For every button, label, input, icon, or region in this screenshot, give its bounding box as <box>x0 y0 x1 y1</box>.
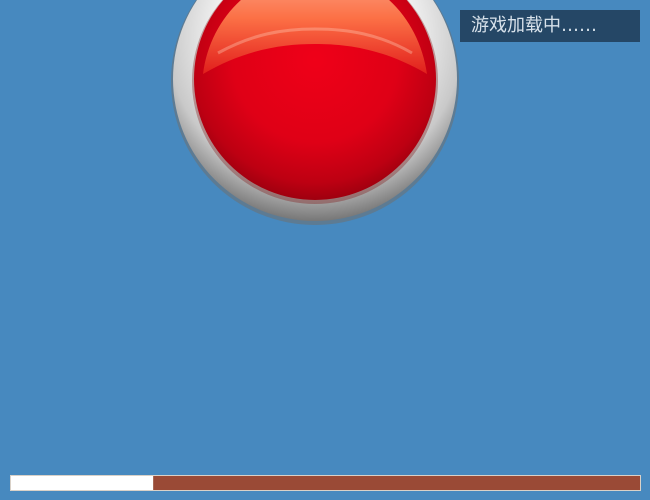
loading-progress-bar <box>10 475 641 491</box>
red-button-icon[interactable] <box>170 0 460 226</box>
loading-status: 游戏加载中…… <box>460 10 640 42</box>
loading-progress-fill <box>11 476 154 490</box>
game-canvas: 游戏加载中…… <box>0 0 650 500</box>
